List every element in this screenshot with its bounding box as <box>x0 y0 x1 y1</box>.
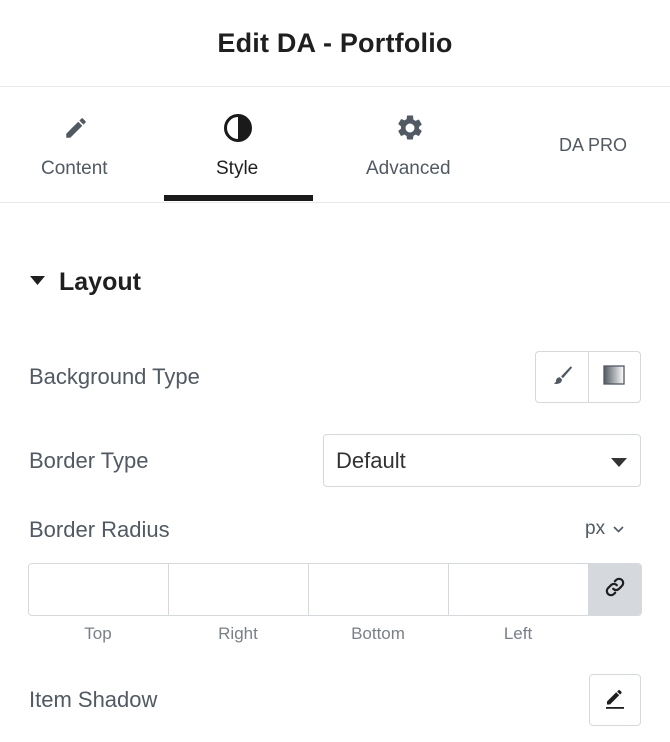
dimension-top-label: Top <box>84 624 112 643</box>
dimension-right-input[interactable] <box>169 564 308 615</box>
link-values-button[interactable] <box>589 564 641 615</box>
background-classic-option[interactable] <box>536 352 588 402</box>
edit-pencil-icon <box>603 686 627 715</box>
border-type-value: Default <box>336 447 406 473</box>
gradient-icon <box>603 364 626 390</box>
tab-style[interactable]: Style <box>164 88 313 202</box>
background-gradient-option[interactable] <box>587 352 640 402</box>
dimension-right-cell <box>169 564 309 615</box>
dimension-left-label: Left <box>503 624 533 643</box>
section-layout-toggle[interactable]: Layout <box>30 265 141 299</box>
unit-value: px <box>585 518 606 539</box>
tab-advanced[interactable]: Advanced <box>363 88 458 202</box>
border-type-select[interactable]: Default <box>323 434 641 487</box>
tab-content[interactable]: Content <box>30 88 122 202</box>
border-type-label: Border Type <box>29 448 149 473</box>
dimension-top-input[interactable] <box>29 564 168 615</box>
chevron-down-icon <box>613 520 624 538</box>
item-shadow-label: Item Shadow <box>29 687 158 712</box>
background-type-label: Background Type <box>29 364 200 389</box>
tab-bar: Content Style Advanced DA PRO <box>0 88 670 203</box>
gear-icon <box>394 112 426 144</box>
section-title: Layout <box>59 267 141 296</box>
dimension-left-input[interactable] <box>449 564 588 615</box>
border-radius-label: Border Radius <box>29 517 170 542</box>
panel-header: Edit DA - Portfolio <box>0 0 670 87</box>
dimension-right-label: Right <box>218 624 258 643</box>
pencil-icon <box>60 112 92 144</box>
tab-label: Content <box>41 158 108 179</box>
half-circle-contrast-icon <box>222 112 254 144</box>
dimension-left-cell <box>449 564 589 615</box>
tab-label: DA PRO <box>559 135 628 155</box>
tab-da-pro[interactable]: DA PRO <box>556 88 636 202</box>
unit-selector[interactable]: px <box>585 518 624 540</box>
item-shadow-edit-button[interactable] <box>589 674 641 726</box>
tab-label: Style <box>216 158 259 179</box>
paint-brush-icon <box>551 364 573 391</box>
dimension-bottom-input[interactable] <box>309 564 448 615</box>
link-icon <box>604 576 626 603</box>
tab-label: Advanced <box>366 158 451 179</box>
background-type-choices <box>535 351 641 403</box>
dimension-bottom-cell <box>309 564 449 615</box>
dimension-top-cell <box>29 564 169 615</box>
caret-down-icon <box>611 455 627 473</box>
border-radius-dimensions <box>28 563 642 616</box>
dimension-bottom-label: Bottom <box>351 624 405 643</box>
dimension-labels: Top Right Bottom Left <box>28 624 588 648</box>
panel-title: Edit DA - Portfolio <box>217 27 453 58</box>
caret-down-icon <box>30 273 45 291</box>
active-tab-indicator <box>164 195 313 201</box>
